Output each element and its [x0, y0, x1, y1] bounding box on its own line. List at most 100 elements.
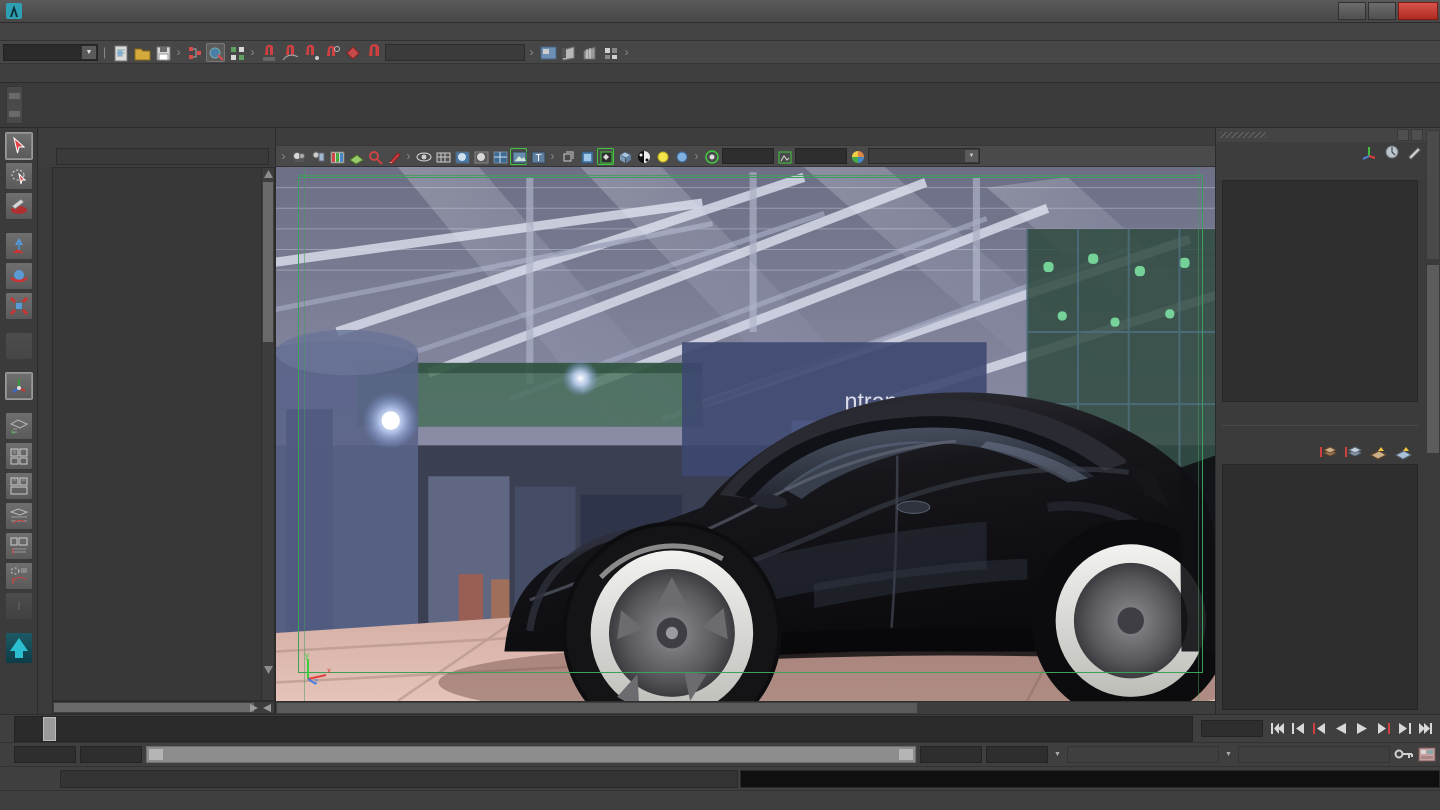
- ambient-occlusion-icon[interactable]: [616, 148, 633, 165]
- select-by-component-icon[interactable]: [227, 43, 246, 62]
- motion-blur-icon[interactable]: [578, 148, 595, 165]
- color-management-combo[interactable]: ▼: [868, 148, 980, 164]
- outliner-scrollbar[interactable]: [261, 168, 274, 700]
- four-view-layout-icon[interactable]: [4, 412, 33, 440]
- snap-to-projected-center-icon[interactable]: [322, 43, 341, 62]
- scroll-up-icon[interactable]: [264, 170, 273, 178]
- soft-mod-tool-icon[interactable]: [4, 372, 33, 400]
- go-to-start-icon[interactable]: [1271, 722, 1285, 735]
- render-view-icon[interactable]: [538, 43, 557, 62]
- playback-end-field[interactable]: [920, 746, 982, 763]
- select-camera-icon[interactable]: [290, 148, 307, 165]
- drag-handle[interactable]: [1220, 132, 1266, 138]
- color-management-icon[interactable]: [849, 148, 866, 165]
- render-current-frame-icon[interactable]: [559, 43, 578, 62]
- current-time-field[interactable]: [1201, 720, 1263, 737]
- undock-button[interactable]: [1397, 129, 1409, 141]
- xray-joints-icon[interactable]: [673, 148, 690, 165]
- shelf-options-handle[interactable]: [6, 86, 23, 124]
- scroll-left-icon[interactable]: [263, 704, 271, 712]
- tab-attribute-editor[interactable]: [1426, 130, 1440, 260]
- maya-bookmark-icon[interactable]: [4, 632, 33, 664]
- chevron-down-icon[interactable]: ▼: [82, 45, 96, 59]
- image-plane-icon[interactable]: [328, 148, 345, 165]
- move-layer-down-icon[interactable]: [1394, 445, 1412, 460]
- animation-end-field[interactable]: [986, 746, 1048, 763]
- tab-channel-box-layer-editor[interactable]: [1426, 264, 1440, 454]
- gain-field[interactable]: [795, 148, 847, 164]
- step-forward-key-icon[interactable]: [1376, 722, 1390, 735]
- outliner-search-input[interactable]: [56, 147, 269, 165]
- step-back-key-icon[interactable]: [1313, 722, 1327, 735]
- shadows-icon[interactable]: [559, 148, 576, 165]
- exposure-field[interactable]: [722, 148, 774, 164]
- channel-box-content[interactable]: [1222, 180, 1418, 402]
- outliner-hscrollbar[interactable]: [52, 701, 275, 714]
- new-layer-icon[interactable]: [1319, 445, 1337, 460]
- scroll-thumb[interactable]: [263, 182, 273, 342]
- bookmark-icon[interactable]: [309, 148, 326, 165]
- exposure-lock-icon[interactable]: [703, 148, 720, 165]
- grid-icon[interactable]: [347, 148, 364, 165]
- maximize-button[interactable]: [1368, 2, 1396, 20]
- paint-select-tool-icon[interactable]: [4, 192, 33, 220]
- multisample-icon[interactable]: [597, 147, 614, 165]
- range-slider[interactable]: [146, 746, 916, 763]
- display-layer-list[interactable]: [1222, 464, 1418, 710]
- hypershade-persp-layout-icon[interactable]: [4, 502, 33, 530]
- viewport-3d-canvas[interactable]: ntrance 입구: [276, 167, 1215, 701]
- ipr-render-icon[interactable]: [580, 43, 599, 62]
- chevron-down-icon[interactable]: ▼: [1052, 746, 1063, 763]
- channel-box-icon[interactable]: [1360, 144, 1378, 160]
- shaded-wireframe-icon[interactable]: [491, 148, 508, 165]
- wireframe-icon[interactable]: [434, 148, 451, 165]
- selection-mask-combo[interactable]: ▼: [3, 43, 98, 61]
- command-line-input[interactable]: [60, 769, 738, 788]
- save-scene-icon[interactable]: [153, 43, 172, 62]
- rotate-tool-icon[interactable]: [4, 262, 33, 290]
- render-settings-icon[interactable]: [601, 43, 620, 62]
- attribute-editor-icon[interactable]: [1384, 144, 1400, 160]
- viewport-hscrollbar[interactable]: [276, 701, 1215, 714]
- persp-graph-outliner-layout-icon[interactable]: [4, 532, 33, 560]
- two-d-pan-zoom-icon[interactable]: [366, 148, 383, 165]
- tool-settings-icon[interactable]: [1406, 144, 1422, 160]
- two-pane-layout-icon[interactable]: [4, 562, 33, 590]
- new-scene-icon[interactable]: [111, 43, 130, 62]
- go-to-end-icon[interactable]: [1418, 722, 1432, 735]
- select-by-object-icon[interactable]: [206, 42, 225, 62]
- outliner-tree[interactable]: [52, 167, 275, 701]
- scroll-down-icon[interactable]: [264, 666, 273, 674]
- texture-icon[interactable]: [510, 147, 527, 165]
- new-layer-from-selected-icon[interactable]: [1344, 445, 1362, 460]
- lasso-select-tool-icon[interactable]: [4, 162, 33, 190]
- step-back-frame-icon[interactable]: [1292, 722, 1306, 735]
- auto-keyframe-icon[interactable]: [1394, 747, 1414, 762]
- playhead[interactable]: [43, 716, 56, 741]
- scale-tool-icon[interactable]: [4, 292, 33, 320]
- isolate-select-icon[interactable]: [654, 148, 671, 165]
- minimize-button[interactable]: [1338, 2, 1366, 20]
- flat-shade-icon[interactable]: [472, 148, 489, 165]
- gain-lock-icon[interactable]: [776, 148, 793, 165]
- hscroll-thumb[interactable]: [54, 703, 254, 712]
- range-left-handle[interactable]: [148, 748, 164, 761]
- move-layer-up-icon[interactable]: [1369, 445, 1387, 460]
- snap-to-curve-icon[interactable]: [280, 43, 299, 62]
- play-forwards-icon[interactable]: [1355, 722, 1369, 735]
- snap-to-grid-icon[interactable]: [259, 43, 278, 62]
- range-start-field[interactable]: [14, 746, 76, 763]
- outliner-persp-layout-icon[interactable]: [4, 442, 33, 470]
- anim-layer-field[interactable]: [1067, 746, 1219, 763]
- close-button[interactable]: [1398, 2, 1438, 20]
- last-tool-icon[interactable]: [4, 332, 33, 360]
- hscroll-thumb[interactable]: [277, 703, 917, 713]
- playback-start-field[interactable]: [80, 746, 142, 763]
- animation-preferences-icon[interactable]: [1418, 747, 1436, 762]
- smooth-shade-icon[interactable]: [453, 148, 470, 165]
- live-surface-field[interactable]: [385, 43, 525, 61]
- high-quality-render-icon[interactable]: [635, 148, 652, 165]
- chevron-down-icon[interactable]: ▼: [965, 150, 978, 162]
- xray-icon[interactable]: [415, 148, 432, 165]
- open-scene-icon[interactable]: [132, 43, 151, 62]
